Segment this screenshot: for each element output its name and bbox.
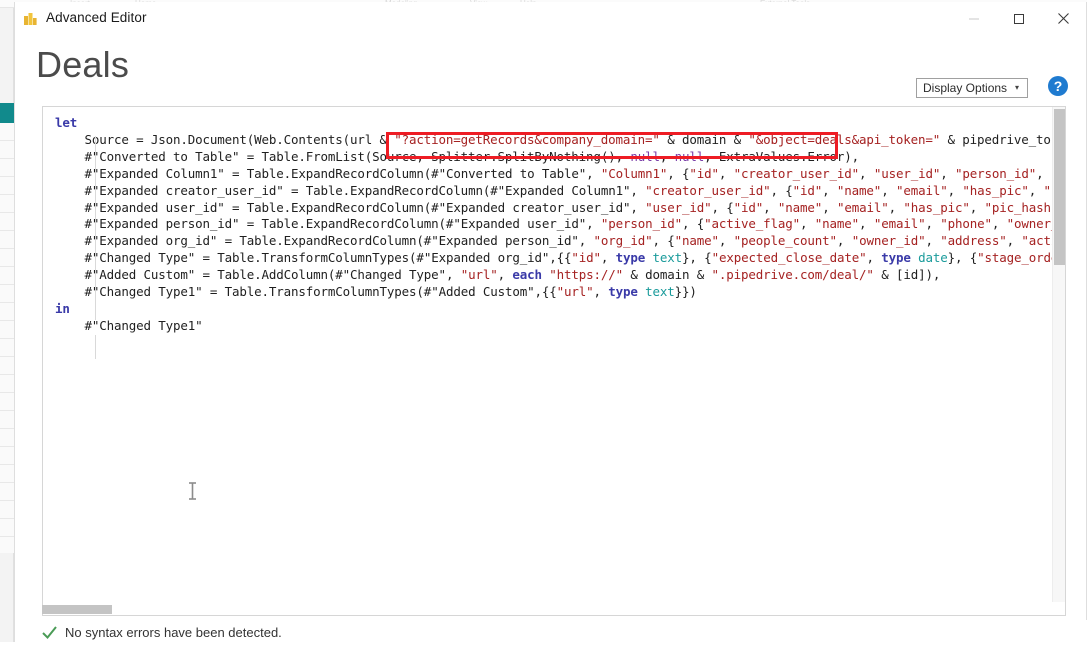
text-ibeam-cursor [187, 481, 198, 501]
dialog-title: Advanced Editor [46, 10, 147, 25]
advanced-editor-dialog: Advanced Editor Deals Display Options ▾ [14, 2, 1087, 644]
indent-guide-line [95, 335, 96, 359]
horizontal-scrollbar-thumb[interactable] [42, 605, 112, 614]
horizontal-scrollbar[interactable] [42, 602, 1066, 616]
display-options-dropdown[interactable]: Display Options ▾ [916, 78, 1028, 98]
app-background-left-strip [0, 8, 14, 642]
dialog-header-row: Deals Display Options ▾ ? [15, 36, 1087, 108]
close-button[interactable] [1041, 2, 1086, 35]
code-editor-text-area[interactable]: let Source = Json.Document(Web.Contents(… [43, 107, 1054, 605]
m-query-code[interactable]: let Source = Json.Document(Web.Contents(… [43, 115, 1054, 335]
vertical-scrollbar-thumb[interactable] [1054, 109, 1065, 265]
minimize-icon [968, 18, 979, 19]
code-editor-frame[interactable]: let Source = Json.Document(Web.Contents(… [42, 106, 1066, 606]
status-bar: No syntax errors have been detected. [15, 620, 1087, 644]
green-check-icon [41, 624, 58, 641]
minimize-button[interactable] [951, 2, 996, 35]
dialog-title-bar: Advanced Editor [15, 2, 1086, 36]
page-title: Deals [36, 44, 130, 85]
indent-guide-line [95, 136, 96, 320]
vertical-scrollbar[interactable] [1052, 107, 1065, 605]
svg-text:?: ? [1054, 78, 1063, 94]
background-accent-block [0, 103, 14, 123]
close-icon [1058, 13, 1069, 24]
help-circle-icon: ? [1048, 76, 1068, 96]
background-row-lines [0, 123, 14, 553]
status-message: No syntax errors have been detected. [65, 624, 282, 640]
chevron-down-icon: ▾ [1015, 83, 1020, 92]
help-button[interactable]: ? [1046, 74, 1070, 98]
display-options-label: Display Options [923, 81, 1008, 95]
maximize-button[interactable] [996, 2, 1041, 35]
maximize-icon [1013, 13, 1024, 24]
power-bi-icon [23, 11, 39, 27]
